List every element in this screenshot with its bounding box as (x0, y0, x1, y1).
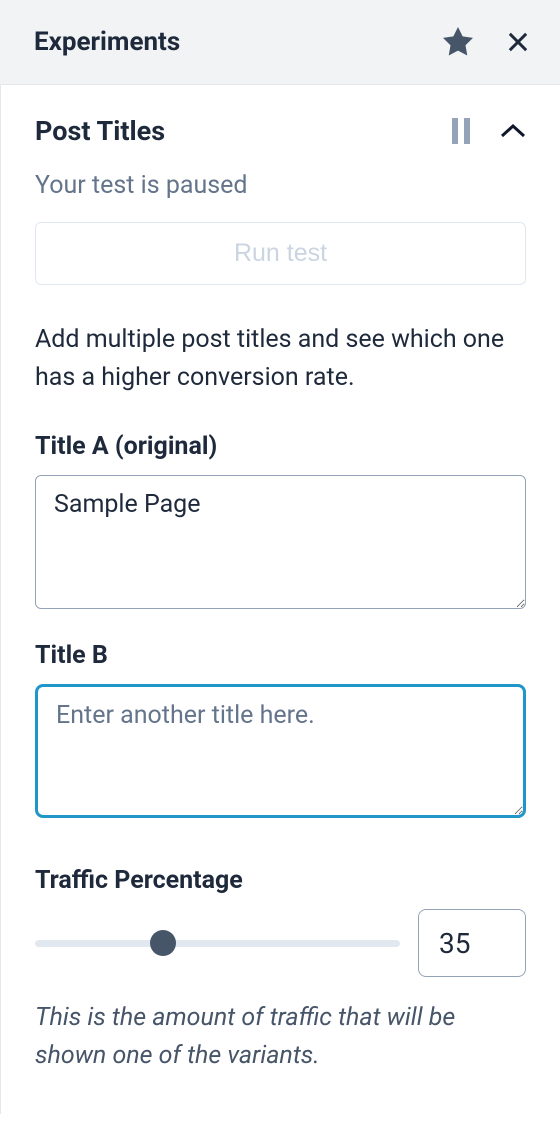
traffic-slider[interactable] (35, 928, 400, 958)
traffic-label: Traffic Percentage (35, 866, 526, 895)
panel-header: Experiments (0, 0, 560, 85)
pause-icon[interactable] (450, 118, 472, 144)
slider-thumb[interactable] (150, 930, 176, 956)
traffic-help-text: This is the amount of traffic that will … (35, 999, 526, 1074)
slider-row (35, 909, 526, 977)
section-header: Post Titles (35, 85, 526, 171)
section-title: Post Titles (35, 115, 165, 147)
section-controls (450, 118, 526, 144)
traffic-value-input[interactable] (418, 909, 526, 977)
status-text: Your test is paused (35, 171, 526, 200)
title-b-label: Title B (35, 641, 526, 670)
run-test-button[interactable]: Run test (35, 222, 526, 285)
close-icon[interactable] (504, 28, 532, 56)
title-a-input[interactable] (35, 475, 526, 609)
experiments-panel: Post Titles Your test is paused Run test… (0, 85, 560, 1114)
slider-track (35, 940, 400, 947)
panel-title: Experiments (34, 27, 180, 57)
chevron-up-icon[interactable] (500, 123, 526, 139)
title-a-label: Title A (original) (35, 432, 526, 461)
section-description: Add multiple post titles and see which o… (35, 321, 526, 396)
title-b-input[interactable] (35, 684, 526, 818)
star-icon[interactable] (440, 24, 476, 60)
header-icons (440, 24, 532, 60)
